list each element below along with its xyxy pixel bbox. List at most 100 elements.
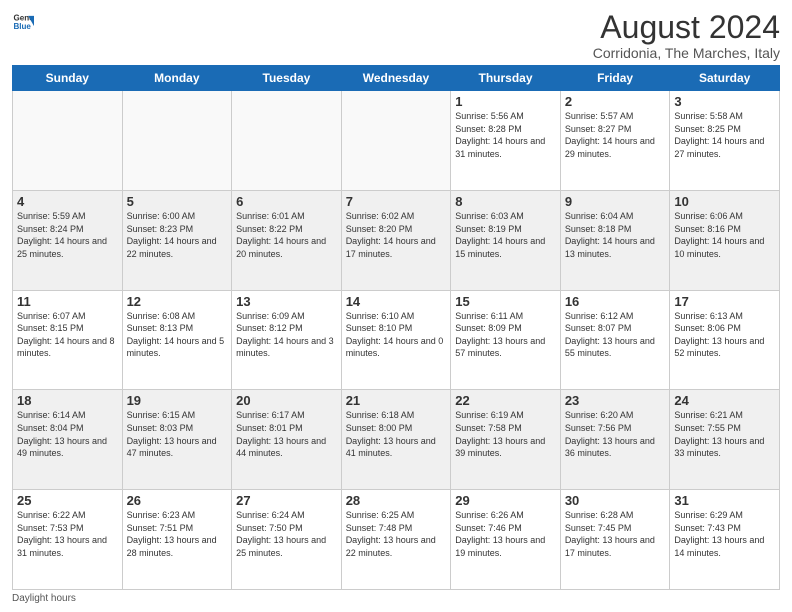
day-header-saturday: Saturday [670,66,780,91]
day-number: 11 [17,294,118,309]
calendar-cell: 11Sunrise: 6:07 AM Sunset: 8:15 PM Dayli… [13,290,123,390]
day-number: 26 [127,493,228,508]
day-number: 24 [674,393,775,408]
day-number: 20 [236,393,337,408]
day-info: Sunrise: 6:23 AM Sunset: 7:51 PM Dayligh… [127,509,228,559]
day-number: 27 [236,493,337,508]
calendar-cell [341,91,451,191]
calendar-cell: 3Sunrise: 5:58 AM Sunset: 8:25 PM Daylig… [670,91,780,191]
day-number: 13 [236,294,337,309]
day-info: Sunrise: 6:14 AM Sunset: 8:04 PM Dayligh… [17,409,118,459]
day-number: 25 [17,493,118,508]
day-info: Sunrise: 6:26 AM Sunset: 7:46 PM Dayligh… [455,509,556,559]
calendar-cell: 20Sunrise: 6:17 AM Sunset: 8:01 PM Dayli… [232,390,342,490]
calendar-week-row: 4Sunrise: 5:59 AM Sunset: 8:24 PM Daylig… [13,190,780,290]
day-info: Sunrise: 5:57 AM Sunset: 8:27 PM Dayligh… [565,110,666,160]
logo: General Blue [12,10,34,32]
day-header-tuesday: Tuesday [232,66,342,91]
day-number: 30 [565,493,666,508]
subtitle: Corridonia, The Marches, Italy [593,45,780,61]
calendar-cell: 10Sunrise: 6:06 AM Sunset: 8:16 PM Dayli… [670,190,780,290]
day-number: 19 [127,393,228,408]
calendar-cell: 6Sunrise: 6:01 AM Sunset: 8:22 PM Daylig… [232,190,342,290]
calendar-cell: 22Sunrise: 6:19 AM Sunset: 7:58 PM Dayli… [451,390,561,490]
day-info: Sunrise: 5:56 AM Sunset: 8:28 PM Dayligh… [455,110,556,160]
day-info: Sunrise: 6:09 AM Sunset: 8:12 PM Dayligh… [236,310,337,360]
day-number: 14 [346,294,447,309]
calendar-header-row: SundayMondayTuesdayWednesdayThursdayFrid… [13,66,780,91]
logo-icon: General Blue [12,10,34,32]
day-info: Sunrise: 6:00 AM Sunset: 8:23 PM Dayligh… [127,210,228,260]
title-area: August 2024 Corridonia, The Marches, Ita… [593,10,780,61]
calendar-cell: 1Sunrise: 5:56 AM Sunset: 8:28 PM Daylig… [451,91,561,191]
day-info: Sunrise: 5:59 AM Sunset: 8:24 PM Dayligh… [17,210,118,260]
calendar-cell: 28Sunrise: 6:25 AM Sunset: 7:48 PM Dayli… [341,490,451,590]
day-info: Sunrise: 6:01 AM Sunset: 8:22 PM Dayligh… [236,210,337,260]
calendar-cell: 16Sunrise: 6:12 AM Sunset: 8:07 PM Dayli… [560,290,670,390]
calendar-cell: 24Sunrise: 6:21 AM Sunset: 7:55 PM Dayli… [670,390,780,490]
day-info: Sunrise: 5:58 AM Sunset: 8:25 PM Dayligh… [674,110,775,160]
calendar-cell: 9Sunrise: 6:04 AM Sunset: 8:18 PM Daylig… [560,190,670,290]
day-info: Sunrise: 6:04 AM Sunset: 8:18 PM Dayligh… [565,210,666,260]
day-number: 3 [674,94,775,109]
calendar-cell [232,91,342,191]
day-number: 5 [127,194,228,209]
calendar-cell: 4Sunrise: 5:59 AM Sunset: 8:24 PM Daylig… [13,190,123,290]
day-info: Sunrise: 6:13 AM Sunset: 8:06 PM Dayligh… [674,310,775,360]
day-number: 9 [565,194,666,209]
calendar-cell: 8Sunrise: 6:03 AM Sunset: 8:19 PM Daylig… [451,190,561,290]
day-info: Sunrise: 6:19 AM Sunset: 7:58 PM Dayligh… [455,409,556,459]
calendar-week-row: 11Sunrise: 6:07 AM Sunset: 8:15 PM Dayli… [13,290,780,390]
day-info: Sunrise: 6:10 AM Sunset: 8:10 PM Dayligh… [346,310,447,360]
calendar-cell: 26Sunrise: 6:23 AM Sunset: 7:51 PM Dayli… [122,490,232,590]
day-header-wednesday: Wednesday [341,66,451,91]
calendar-week-row: 25Sunrise: 6:22 AM Sunset: 7:53 PM Dayli… [13,490,780,590]
calendar-cell: 2Sunrise: 5:57 AM Sunset: 8:27 PM Daylig… [560,91,670,191]
day-info: Sunrise: 6:29 AM Sunset: 7:43 PM Dayligh… [674,509,775,559]
day-header-sunday: Sunday [13,66,123,91]
calendar-table: SundayMondayTuesdayWednesdayThursdayFrid… [12,65,780,590]
header: General Blue August 2024 Corridonia, The… [12,10,780,61]
calendar-cell: 15Sunrise: 6:11 AM Sunset: 8:09 PM Dayli… [451,290,561,390]
day-number: 31 [674,493,775,508]
day-number: 23 [565,393,666,408]
day-number: 16 [565,294,666,309]
day-info: Sunrise: 6:11 AM Sunset: 8:09 PM Dayligh… [455,310,556,360]
day-number: 15 [455,294,556,309]
day-number: 1 [455,94,556,109]
day-number: 2 [565,94,666,109]
day-info: Sunrise: 6:20 AM Sunset: 7:56 PM Dayligh… [565,409,666,459]
footer-note: Daylight hours [12,593,780,604]
calendar-week-row: 18Sunrise: 6:14 AM Sunset: 8:04 PM Dayli… [13,390,780,490]
calendar-cell: 25Sunrise: 6:22 AM Sunset: 7:53 PM Dayli… [13,490,123,590]
day-number: 6 [236,194,337,209]
day-info: Sunrise: 6:18 AM Sunset: 8:00 PM Dayligh… [346,409,447,459]
day-info: Sunrise: 6:06 AM Sunset: 8:16 PM Dayligh… [674,210,775,260]
calendar-week-row: 1Sunrise: 5:56 AM Sunset: 8:28 PM Daylig… [13,91,780,191]
day-info: Sunrise: 6:22 AM Sunset: 7:53 PM Dayligh… [17,509,118,559]
day-info: Sunrise: 6:03 AM Sunset: 8:19 PM Dayligh… [455,210,556,260]
day-number: 4 [17,194,118,209]
day-number: 12 [127,294,228,309]
day-number: 8 [455,194,556,209]
calendar-cell: 27Sunrise: 6:24 AM Sunset: 7:50 PM Dayli… [232,490,342,590]
day-number: 7 [346,194,447,209]
main-title: August 2024 [593,10,780,45]
day-header-monday: Monday [122,66,232,91]
day-number: 18 [17,393,118,408]
day-info: Sunrise: 6:17 AM Sunset: 8:01 PM Dayligh… [236,409,337,459]
day-info: Sunrise: 6:08 AM Sunset: 8:13 PM Dayligh… [127,310,228,360]
day-info: Sunrise: 6:21 AM Sunset: 7:55 PM Dayligh… [674,409,775,459]
day-info: Sunrise: 6:25 AM Sunset: 7:48 PM Dayligh… [346,509,447,559]
calendar-cell: 13Sunrise: 6:09 AM Sunset: 8:12 PM Dayli… [232,290,342,390]
day-number: 29 [455,493,556,508]
calendar-cell: 17Sunrise: 6:13 AM Sunset: 8:06 PM Dayli… [670,290,780,390]
day-header-friday: Friday [560,66,670,91]
day-info: Sunrise: 6:24 AM Sunset: 7:50 PM Dayligh… [236,509,337,559]
calendar-cell: 14Sunrise: 6:10 AM Sunset: 8:10 PM Dayli… [341,290,451,390]
day-info: Sunrise: 6:02 AM Sunset: 8:20 PM Dayligh… [346,210,447,260]
calendar-cell: 31Sunrise: 6:29 AM Sunset: 7:43 PM Dayli… [670,490,780,590]
day-info: Sunrise: 6:07 AM Sunset: 8:15 PM Dayligh… [17,310,118,360]
day-header-thursday: Thursday [451,66,561,91]
calendar-cell: 19Sunrise: 6:15 AM Sunset: 8:03 PM Dayli… [122,390,232,490]
